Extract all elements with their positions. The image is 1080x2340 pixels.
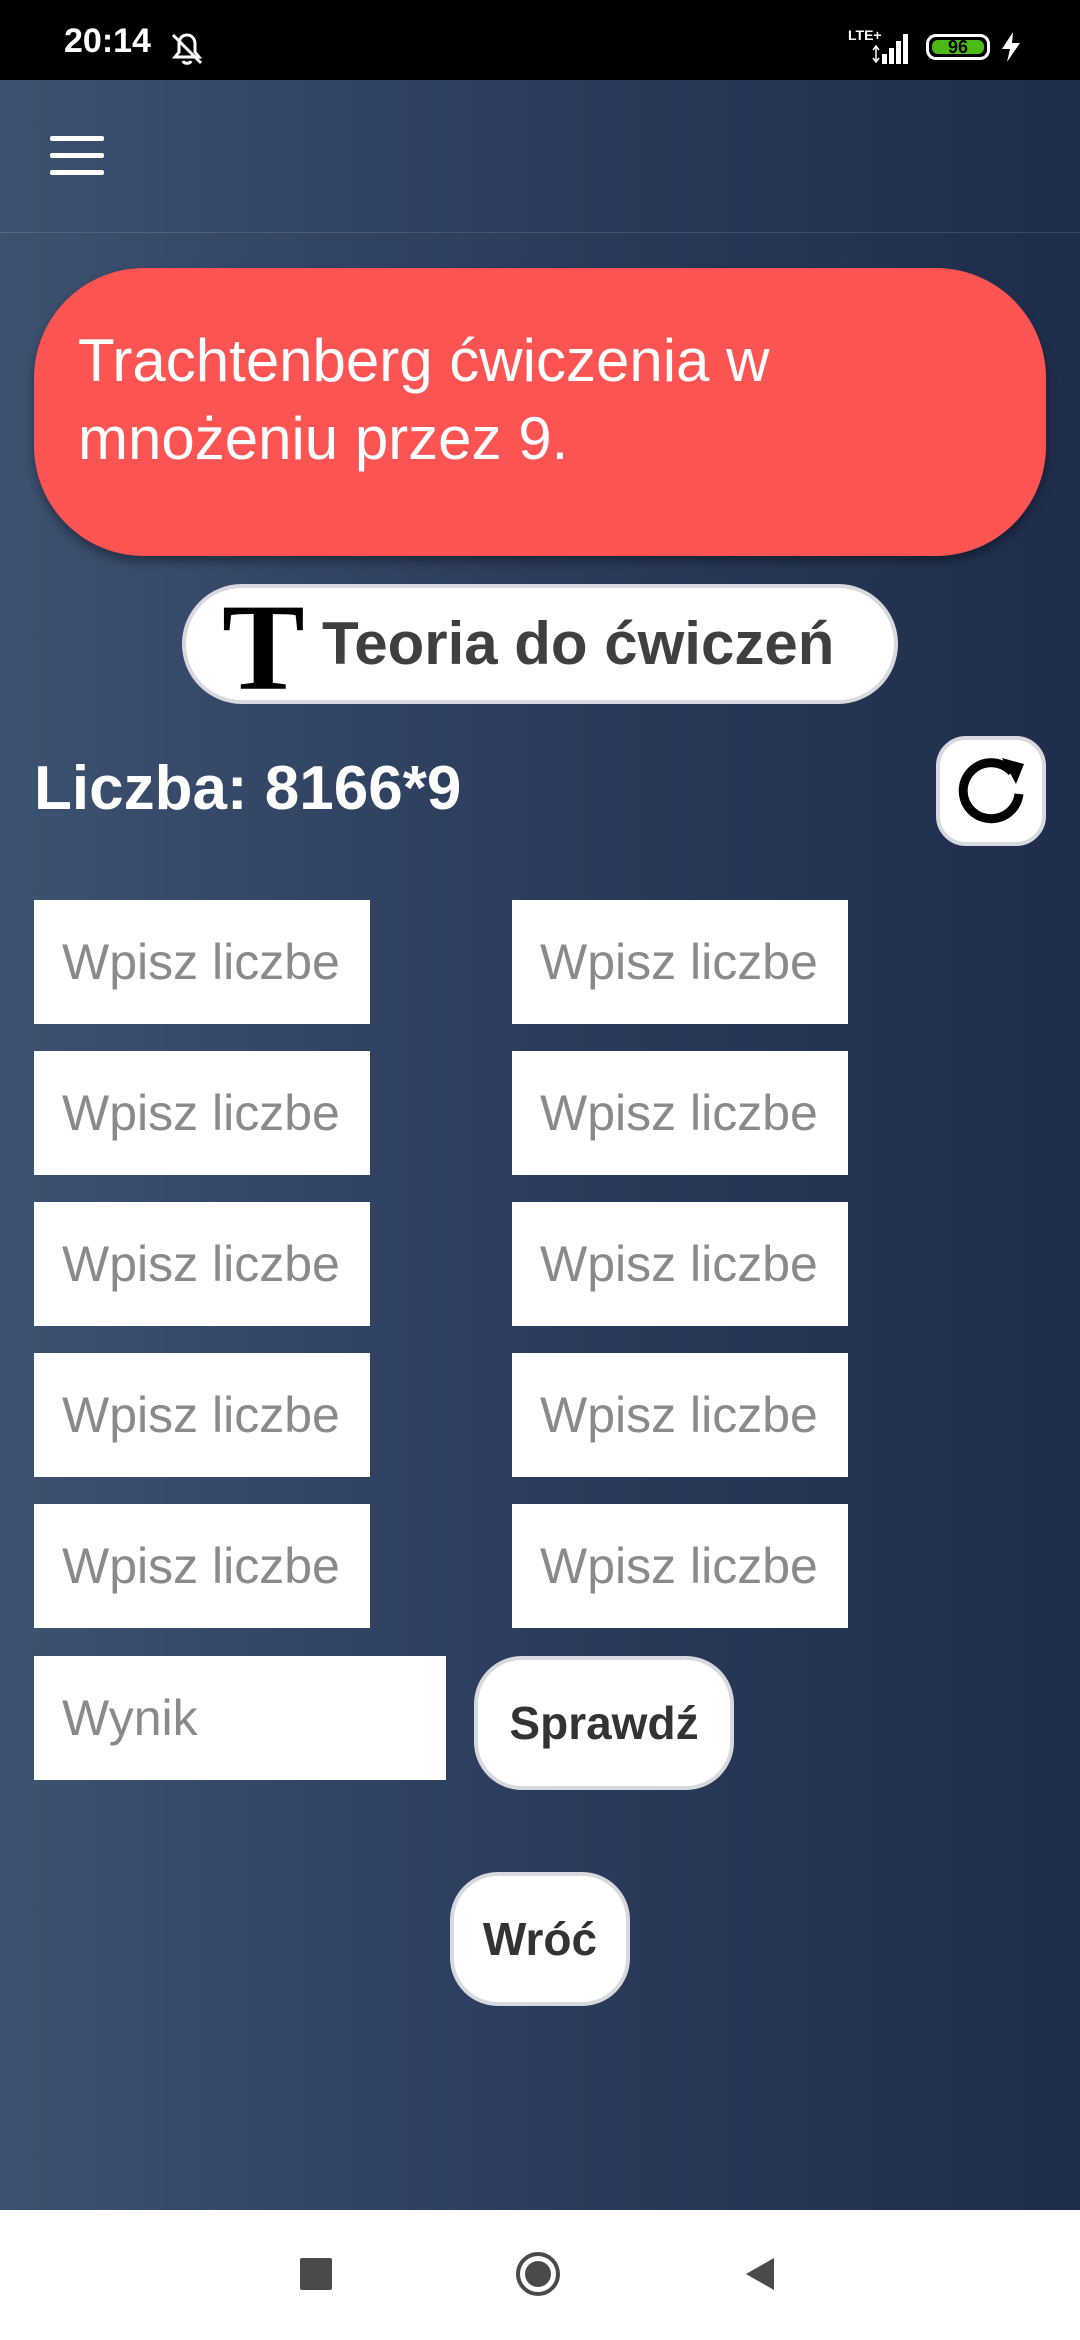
- hamburger-menu-icon[interactable]: [50, 136, 104, 176]
- home-icon[interactable]: [514, 2250, 562, 2298]
- title-card: Trachtenberg ćwiczenia w mnożeniu przez …: [34, 268, 1046, 556]
- theory-icon: T: [222, 579, 305, 716]
- charging-icon: [1002, 32, 1020, 62]
- refresh-icon: [958, 758, 1024, 824]
- navigation-bar: [0, 2210, 1080, 2340]
- digit-input-1[interactable]: [34, 900, 370, 1024]
- back-button[interactable]: Wróć: [450, 1872, 630, 2006]
- digit-input-6[interactable]: [512, 1202, 848, 1326]
- page-title: Trachtenberg ćwiczenia w mnożeniu przez …: [78, 327, 770, 472]
- signal-icon: [872, 34, 908, 64]
- theory-button-label: Teoria do ćwiczeń: [322, 610, 835, 677]
- digit-input-9[interactable]: [34, 1504, 370, 1628]
- theory-button[interactable]: T Teoria do ćwiczeń: [182, 584, 898, 710]
- number-label: Liczba: 8166*9: [34, 754, 462, 823]
- digit-input-3[interactable]: [34, 1051, 370, 1175]
- status-time: 20:14: [64, 22, 151, 60]
- refresh-button[interactable]: [936, 736, 1046, 846]
- mute-icon: [171, 33, 203, 65]
- battery-icon: 96: [926, 34, 990, 60]
- digit-input-8[interactable]: [512, 1353, 848, 1477]
- digit-input-10[interactable]: [512, 1504, 848, 1628]
- digit-input-5[interactable]: [34, 1202, 370, 1326]
- digit-input-2[interactable]: [512, 900, 848, 1024]
- check-button[interactable]: Sprawdź: [474, 1656, 734, 1790]
- result-input[interactable]: [34, 1656, 446, 1780]
- app-content: Trachtenberg ćwiczenia w mnożeniu przez …: [0, 80, 1080, 2210]
- battery-level: 96: [947, 37, 969, 57]
- status-bar: 20:14 LTE+ 96: [0, 0, 1080, 80]
- digit-input-7[interactable]: [34, 1353, 370, 1477]
- toolbar: [0, 80, 1080, 233]
- digit-input-4[interactable]: [512, 1051, 848, 1175]
- back-nav-icon[interactable]: [740, 2254, 780, 2294]
- recents-icon[interactable]: [300, 2258, 332, 2290]
